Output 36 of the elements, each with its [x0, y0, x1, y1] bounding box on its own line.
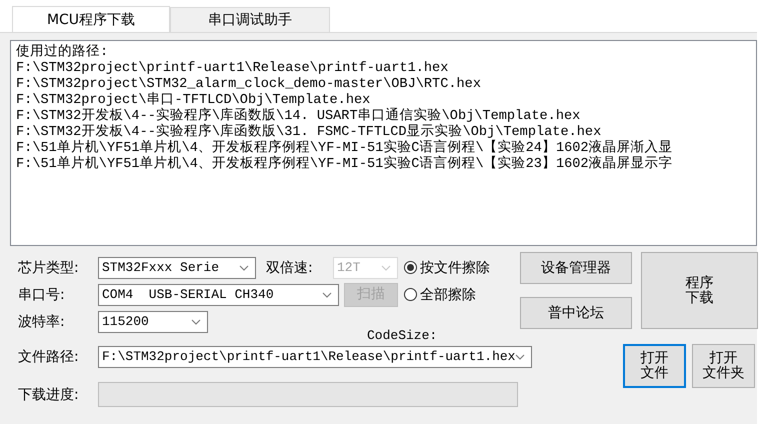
- dropdown-caret-icon: [381, 264, 391, 270]
- forum-button[interactable]: 普中论坛: [520, 297, 632, 329]
- path-item[interactable]: F:\STM32project\printf-uart1\Release\printf-uart1.hex: [16, 61, 751, 77]
- path-item[interactable]: F:\51单片机\YF51单片机\4、开发板程序例程\YF-MI-51实验C语言例程\【实验23】1602液晶屏显示字: [16, 157, 751, 173]
- download-progress-label: 下载进度:: [18, 386, 80, 404]
- list-title: 使用过的路径:: [16, 45, 110, 61]
- erase-radio-option[interactable]: 按文件擦除: [404, 258, 490, 276]
- path-item[interactable]: F:\STM32project\串口-TFTLCD\Obj\Template.hex: [16, 93, 751, 109]
- path-item[interactable]: F:\STM32开发板\4--实验程序\库函数版\31. FSMC-TFTLCD显示实验\Obj\Template.hex: [16, 125, 751, 141]
- path-item[interactable]: F:\51单片机\YF51单片机\4、开发板程序例程\YF-MI-51实验C语言例程\【实验24】1602液晶屏渐入显: [16, 141, 751, 157]
- path-history-list[interactable]: [10, 40, 757, 246]
- baud-rate-label: 波特率:: [18, 312, 66, 330]
- chip-type-dropdown[interactable]: STM32Fxxx Serie: [98, 256, 256, 278]
- erase-radio-option[interactable]: 全部擦除: [404, 286, 476, 304]
- radio-button[interactable]: [404, 288, 417, 301]
- code-size-label: CodeSize:: [367, 329, 438, 343]
- com-port-label: 串口号:: [18, 286, 66, 304]
- tab[interactable]: MCU程序下载: [12, 6, 170, 32]
- chip-type-label: 芯片类型:: [18, 258, 80, 276]
- dropdown-caret-icon: [239, 264, 249, 270]
- dropdown-caret-icon: [322, 292, 332, 298]
- com-port-dropdown[interactable]: COM4 USB-SERIAL CH340: [98, 284, 339, 306]
- tab[interactable]: 串口调试助手: [170, 7, 330, 32]
- file-path-label: 文件路径:: [18, 348, 80, 366]
- open-file-button[interactable]: 打开 文件: [623, 344, 686, 388]
- baud-rate-dropdown[interactable]: 115200: [98, 310, 208, 332]
- double-speed-label: 双倍速:: [266, 258, 314, 276]
- path-item[interactable]: F:\STM32开发板\4--实验程序\库函数版\14. USART串口通信实验\Obj\Template.hex: [16, 109, 751, 125]
- radio-button[interactable]: [404, 261, 417, 274]
- dropdown-caret-icon: [515, 354, 526, 360]
- path-item[interactable]: F:\STM32project\STM32_alarm_clock_demo-master\OBJ\RTC.hex: [16, 77, 751, 93]
- file-path-dropdown[interactable]: F:\STM32project\printf-uart1\Release\printf-uart1.hex: [98, 346, 532, 368]
- dropdown-caret-icon: [191, 318, 201, 324]
- device-manager-button[interactable]: 设备管理器: [520, 252, 632, 284]
- program-download-button[interactable]: 程序 下载: [641, 252, 758, 329]
- open-folder-button[interactable]: 打开 文件夹: [692, 344, 755, 388]
